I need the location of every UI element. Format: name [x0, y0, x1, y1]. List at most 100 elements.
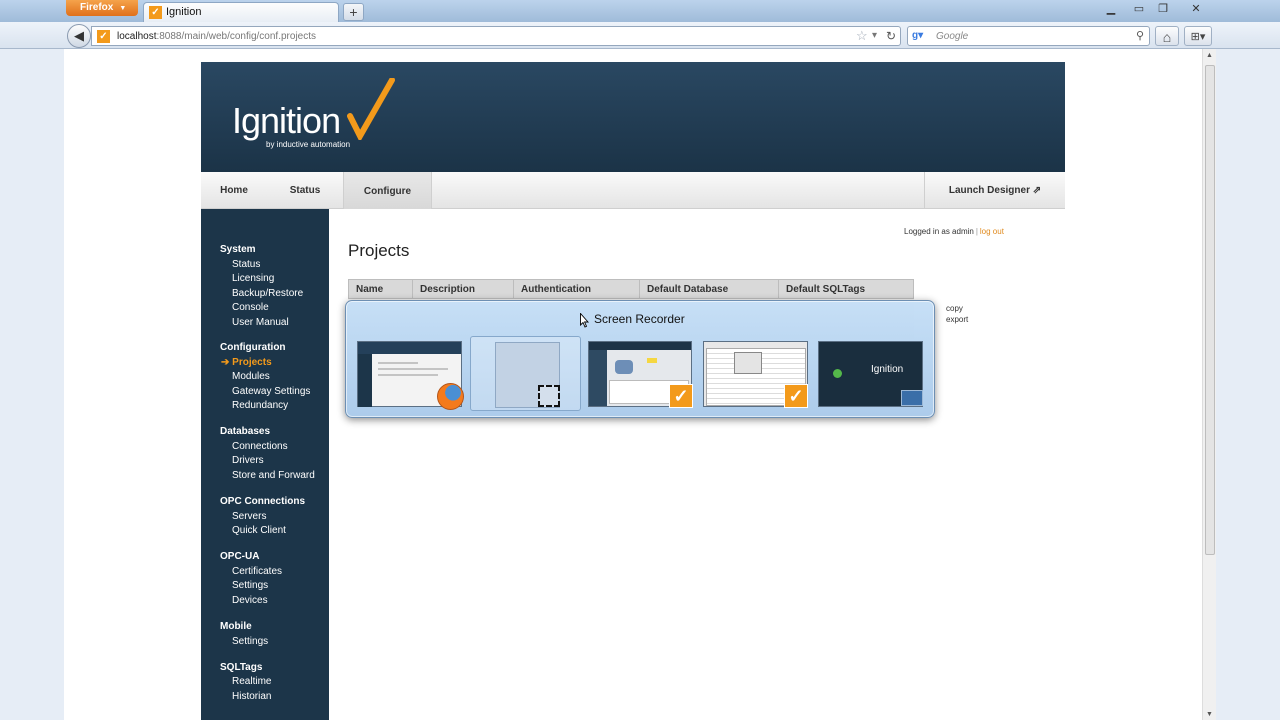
status-dot-icon [833, 369, 842, 378]
nav-configure[interactable]: Configure [343, 172, 432, 209]
close-icon[interactable]: ✕ [1178, 0, 1214, 18]
thumbnail-header [589, 342, 691, 350]
launch-designer-label: Launch Designer [948, 185, 1030, 196]
sidebar-item-connections[interactable]: Connections [232, 441, 288, 452]
search-bar[interactable]: g▾ Google ⚲ [907, 26, 1150, 46]
sidebar-item-historian[interactable]: Historian [232, 691, 271, 702]
history-dropdown-icon[interactable]: ▾ [872, 30, 877, 41]
page-title: Projects [348, 241, 410, 260]
browser-tab[interactable]: ✓ Ignition [143, 2, 339, 22]
thumbnail-sidebar [589, 350, 607, 406]
sidebar-item-store-and-forward[interactable]: Store and Forward [232, 470, 315, 481]
ignition-favicon-icon: ✓ [149, 6, 162, 19]
mouse-cursor-icon [580, 313, 589, 328]
window-thumbnail-designer-2[interactable]: ✓ [703, 341, 808, 408]
thumbnail-sidebar [358, 354, 372, 407]
sidebar-heading-opc-ua: OPC-UA [220, 551, 260, 562]
sidebar-heading-mobile: Mobile [220, 621, 252, 632]
sidebar-item-mobile-settings[interactable]: Settings [232, 636, 268, 647]
bookmark-star-icon[interactable]: ☆ [856, 28, 868, 44]
launch-designer-button[interactable]: Launch Designer ⇗ [924, 172, 1065, 209]
maximize-icon[interactable]: ▭ [1128, 0, 1150, 18]
sidebar-item-status[interactable]: Status [232, 259, 260, 270]
scroll-up-icon[interactable]: ▲ [1206, 52, 1213, 59]
search-placeholder: Google [936, 31, 969, 42]
sidebar-item-quick-client[interactable]: Quick Client [232, 525, 286, 536]
scroll-thumb[interactable] [1205, 65, 1215, 555]
thumbnail-line [378, 362, 418, 364]
sidebar-heading-configuration: Configuration [220, 342, 286, 353]
nav-status[interactable]: Status [267, 172, 343, 209]
sidebar-item-projects[interactable]: ➔ Projects [221, 357, 272, 368]
sidebar-heading-databases: Databases [220, 426, 271, 437]
window-thumbnail-designer[interactable]: ✓ [588, 341, 693, 408]
column-header-authentication[interactable]: Authentication [514, 280, 640, 299]
sidebar-item-console[interactable]: Console [232, 302, 269, 313]
logo-check-icon [347, 78, 395, 140]
sidebar-item-backup-restore[interactable]: Backup/Restore [232, 288, 303, 299]
sidebar-item-gateway-settings[interactable]: Gateway Settings [232, 386, 310, 397]
sidebar-item-certificates[interactable]: Certificates [232, 566, 282, 577]
sidebar-item-drivers[interactable]: Drivers [232, 455, 264, 466]
sidebar-item-opcua-settings[interactable]: Settings [232, 580, 268, 591]
separator: | [975, 227, 978, 236]
url-bar[interactable]: ✓ localhost:8088/main/web/config/conf.pr… [91, 26, 901, 46]
scroll-down-icon[interactable]: ▼ [1206, 711, 1213, 718]
ignition-icon: ✓ [784, 384, 808, 408]
back-arrow-icon[interactable]: ◀ [67, 24, 91, 48]
ignition-favicon-icon: ✓ [97, 30, 110, 43]
thumbnail-line [378, 374, 438, 376]
column-header-description[interactable]: Description [413, 280, 514, 299]
addons-menu-icon[interactable]: ⊞▾ [1184, 26, 1212, 46]
vertical-scrollbar[interactable]: ▲ ▼ [1202, 49, 1216, 720]
restore-icon[interactable]: ❐ [1152, 0, 1174, 18]
external-link-icon: ⇗ [1032, 185, 1042, 196]
logged-in-text: Logged in as admin [904, 227, 974, 236]
arrow-right-icon: ➔ [221, 357, 233, 368]
tab-title: Ignition [166, 6, 202, 18]
sidebar-item-user-manual[interactable]: User Manual [232, 317, 289, 328]
sidebar-item-redundancy[interactable]: Redundancy [232, 400, 288, 411]
firefox-icon [437, 383, 464, 410]
reload-icon[interactable]: ↻ [886, 29, 896, 43]
database-icon [615, 360, 633, 374]
firefox-menu-label: Firefox [80, 2, 114, 13]
url-text: localhost:8088/main/web/config/conf.proj… [117, 31, 317, 42]
top-navigation: Home Status Configure Launch Designer ⇗ [201, 172, 1065, 209]
logo-subtitle: by inductive automation [266, 140, 351, 149]
window-thumbnail-screen-recorder[interactable] [470, 336, 581, 411]
nav-home[interactable]: Home [201, 172, 267, 209]
home-icon[interactable]: ⌂ [1155, 26, 1179, 46]
sidebar-item-licensing[interactable]: Licensing [232, 273, 274, 284]
column-header-name[interactable]: Name [349, 280, 413, 299]
sidebar-item-servers[interactable]: Servers [232, 511, 266, 522]
projects-table-header: Name Description Authentication Default … [348, 279, 914, 299]
ignition-icon: ✓ [669, 384, 693, 408]
export-link[interactable]: export [946, 315, 968, 324]
thumbnail-ignition-logo: Ignition [871, 364, 904, 375]
google-icon: g▾ [912, 30, 924, 41]
thumbnail-line [378, 368, 448, 370]
screen-capture-icon [538, 385, 560, 407]
column-header-default-sqltags[interactable]: Default SQLTags [779, 280, 914, 299]
window-thumbnail-launcher[interactable]: Ignition [818, 341, 923, 407]
desktop-icon [901, 390, 923, 406]
chevron-down-icon: ▼ [119, 5, 127, 12]
column-header-default-database[interactable]: Default Database [640, 280, 779, 299]
sidebar-item-modules[interactable]: Modules [232, 371, 270, 382]
thumbnail-banner [358, 342, 461, 354]
logout-link[interactable]: log out [980, 227, 1004, 236]
note-icon [647, 358, 657, 363]
right-gutter [1216, 49, 1280, 720]
sidebar-item-devices[interactable]: Devices [232, 595, 268, 606]
search-icon[interactable]: ⚲ [1136, 29, 1144, 42]
firefox-menu-button[interactable]: Firefox ▼ [66, 0, 138, 16]
new-tab-button[interactable]: + [343, 3, 364, 21]
logo-text: Ignition [232, 100, 341, 141]
thumbnail-block [734, 352, 762, 374]
sidebar-heading-system: System [220, 244, 256, 255]
minimize-icon[interactable]: ▁ [1100, 0, 1122, 18]
copy-link[interactable]: copy [946, 304, 963, 313]
sidebar-item-realtime[interactable]: Realtime [232, 676, 271, 687]
sidebar-heading-sqltags: SQLTags [220, 662, 263, 673]
